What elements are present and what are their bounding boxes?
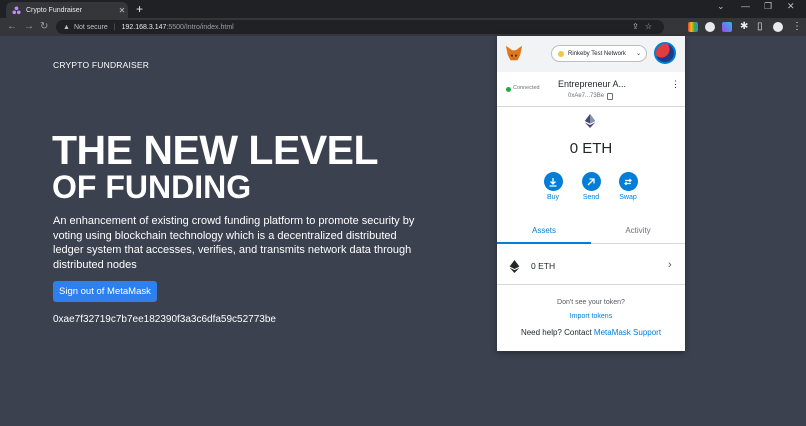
account-avatar[interactable] xyxy=(654,42,676,64)
url-host: 192.168.3.147 xyxy=(121,23,167,31)
send-label: Send xyxy=(582,194,600,201)
buy-button[interactable]: Buy xyxy=(535,172,571,201)
share-star-icons[interactable]: ⇪☆ xyxy=(632,22,658,31)
favicon-icon xyxy=(12,5,21,14)
import-tokens-link[interactable]: Import tokens xyxy=(497,313,685,320)
hero-description: An enhancement of existing crowd funding… xyxy=(53,215,415,271)
warning-icon: ▲ xyxy=(63,23,70,31)
new-tab-button[interactable]: + xyxy=(136,2,143,16)
metamask-fox-icon xyxy=(505,45,523,61)
copy-icon[interactable] xyxy=(607,93,613,100)
swap-button[interactable]: Swap xyxy=(610,172,646,201)
site-brand: CRYPTO FUNDRAISER xyxy=(53,60,150,70)
browser-toolbar: ← → ↻ ▲ Not secure | 192.168.3.147:5500/… xyxy=(0,18,806,50)
back-icon[interactable]: ← xyxy=(7,21,17,33)
asset-amount: 0 ETH xyxy=(531,261,556,271)
download-icon xyxy=(543,172,563,191)
forward-icon[interactable]: → xyxy=(24,21,34,33)
metamask-tabs: Assets Activity xyxy=(497,220,685,244)
sign-out-button[interactable]: Sign out of MetaMask xyxy=(53,281,157,302)
asset-list-item[interactable]: 0 ETH › xyxy=(497,249,685,285)
tab-assets[interactable]: Assets xyxy=(497,220,591,244)
profile-avatar[interactable] xyxy=(773,22,783,32)
browser-tab[interactable]: Crypto Fundraiser ✕ xyxy=(6,2,128,18)
tab-activity[interactable]: Activity xyxy=(591,220,685,244)
ethereum-icon xyxy=(509,260,520,273)
buy-label: Buy xyxy=(546,194,560,201)
network-selector[interactable]: Rinkeby Test Network ⌄ xyxy=(551,45,647,62)
minimize-icon[interactable]: — xyxy=(741,1,750,11)
help-prefix: Need help? Contact xyxy=(520,328,592,337)
wallet-address: 0xae7f32719c7b7ee182390f3a3c6dfa59c52773… xyxy=(53,314,276,325)
balance-amount: 0 ETH xyxy=(569,140,613,157)
menu-icon[interactable]: ⋮ xyxy=(792,21,802,33)
arrow-up-right-icon xyxy=(581,172,601,191)
network-status-dot xyxy=(558,50,564,57)
hero-title-line2: OF FUNDING xyxy=(52,169,252,205)
chevron-down-icon: ⌄ xyxy=(635,51,641,57)
address-bar[interactable]: ▲ Not secure | 192.168.3.147:5500/Intro/… xyxy=(56,20,664,34)
colorful-extension-icon[interactable] xyxy=(688,22,698,32)
account-name: Entrepreneur A... xyxy=(558,79,627,89)
url-divider: | xyxy=(113,23,116,31)
swap-label: Swap xyxy=(619,194,637,201)
help-text: Need help? Contact MetaMask Support xyxy=(497,328,685,337)
hero-title-line1: THE NEW LEVEL xyxy=(52,127,379,173)
reload-icon[interactable]: ↻ xyxy=(40,21,48,33)
tab-search-icon[interactable]: ⌄ xyxy=(717,1,725,12)
connected-dot-icon xyxy=(506,87,511,92)
url-path: :5500/Intro/index.html xyxy=(166,23,234,31)
ethereum-icon xyxy=(584,114,596,128)
network-name: Rinkeby Test Network xyxy=(568,50,626,57)
swap-icon xyxy=(618,172,638,191)
send-button[interactable]: Send xyxy=(573,172,609,201)
not-secure-label: Not secure xyxy=(73,23,108,31)
connection-status[interactable]: Connected xyxy=(513,85,540,91)
account-options-icon[interactable]: ⋮ xyxy=(671,80,680,89)
close-window-icon[interactable]: ✕ xyxy=(787,1,795,12)
metamask-support-link[interactable]: MetaMask Support xyxy=(594,328,661,337)
account-address[interactable]: 0xAe7...73Be xyxy=(568,93,604,99)
dont-see-token-text: Don't see your token? xyxy=(557,299,625,306)
tab-title: Crypto Fundraiser xyxy=(26,6,83,14)
metamask-popup: Rinkeby Test Network ⌄ Connected Entrepr… xyxy=(497,36,685,351)
browser-tab-strip: Crypto Fundraiser ✕ + ⌄ — ❐ ✕ xyxy=(0,0,806,18)
tab-close-icon[interactable]: ✕ xyxy=(116,6,128,15)
extension-icon[interactable] xyxy=(722,22,732,32)
extension-icon[interactable] xyxy=(705,22,715,32)
chevron-right-icon: › xyxy=(668,259,672,271)
maximize-icon[interactable]: ❐ xyxy=(764,1,772,12)
puzzle-icon[interactable]: ✱ xyxy=(740,21,748,33)
sidepanel-icon[interactable]: ▯ xyxy=(757,21,763,33)
